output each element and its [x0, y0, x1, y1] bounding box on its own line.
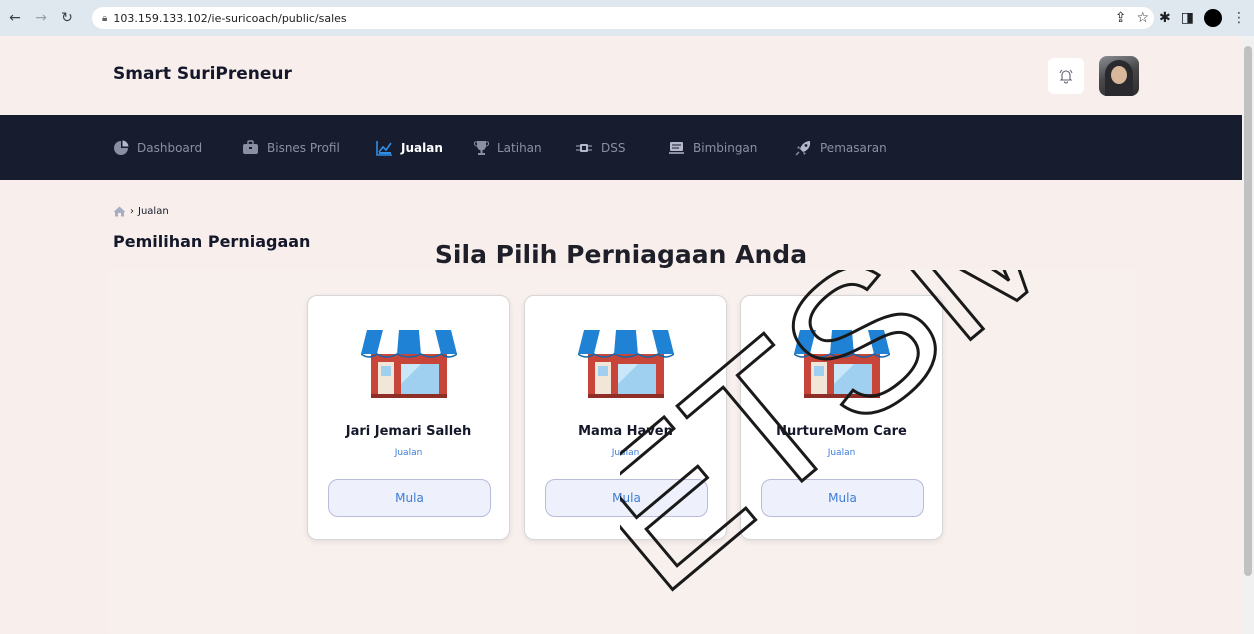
browser-toolbar: ← → ↻ 🔒︎ 103.159.133.102/ie-suricoach/pu… — [0, 0, 1254, 36]
breadcrumb: › Jualan — [113, 206, 169, 217]
avatar[interactable] — [1099, 56, 1139, 96]
menu-kebab-icon[interactable]: ⋮ — [1232, 10, 1246, 26]
url-text: 103.159.133.102/ie-suricoach/public/sale… — [113, 11, 347, 25]
pie-chart-icon — [114, 140, 129, 155]
business-card: NurtureMom Care Jualan Mula — [740, 295, 943, 540]
chip-icon — [576, 143, 592, 152]
bell-icon — [1059, 69, 1073, 84]
browser-actions: ⇪ ☆ ✱ ◨ ⋮ — [1115, 7, 1246, 29]
business-name: Mama Haven — [578, 424, 673, 439]
nav-label: Dashboard — [137, 140, 203, 155]
nav-label: Latihan — [497, 140, 542, 155]
nav-item-dashboard[interactable]: Dashboard — [113, 115, 202, 180]
nav-item-dss[interactable]: DSS — [575, 115, 625, 180]
bookmark-star-icon[interactable]: ☆ — [1136, 10, 1149, 26]
forward-icon[interactable]: → — [30, 7, 52, 29]
mula-button[interactable]: Mula — [761, 479, 924, 517]
profile-icon[interactable] — [1204, 9, 1222, 27]
rocket-icon — [795, 140, 811, 155]
selection-headline: Sila Pilih Perniagaan Anda — [434, 240, 808, 269]
business-name: Jari Jemari Salleh — [345, 424, 472, 439]
nav-item-jualan[interactable]: Jualan — [376, 115, 443, 180]
nav-label: Jualan — [401, 140, 443, 155]
line-chart-icon — [376, 140, 392, 156]
main-navbar: Dashboard Bisnes Profil Jualan Latihan D… — [0, 115, 1242, 180]
brand-title[interactable]: Smart SuriPreneur — [113, 64, 292, 84]
side-panel-icon[interactable]: ◨ — [1181, 10, 1194, 26]
scrollbar-thumb[interactable] — [1244, 46, 1252, 576]
home-icon[interactable] — [113, 206, 126, 217]
nav-label: DSS — [601, 140, 626, 155]
business-card: Jari Jemari Salleh Jualan Mula — [307, 295, 510, 540]
breadcrumb-current: Jualan — [138, 206, 169, 217]
address-bar[interactable]: 🔒︎ 103.159.133.102/ie-suricoach/public/s… — [92, 7, 1154, 29]
back-icon[interactable]: ← — [4, 7, 26, 29]
reload-icon[interactable]: ↻ — [56, 7, 78, 29]
nav-label: Pemasaran — [820, 140, 887, 155]
briefcase-icon — [243, 140, 258, 154]
business-card: Mama Haven Jualan Mula — [524, 295, 727, 540]
nav-item-bimbingan[interactable]: Bimbingan — [668, 115, 757, 180]
business-category: Jualan — [394, 448, 423, 458]
business-category: Jualan — [827, 448, 856, 458]
shop-icon — [794, 330, 890, 398]
shop-icon — [361, 330, 457, 398]
mula-button[interactable]: Mula — [328, 479, 491, 517]
mula-button[interactable]: Mula — [545, 479, 708, 517]
page-scrollbar[interactable] — [1242, 36, 1254, 634]
business-category: Jualan — [611, 448, 640, 458]
nav-item-bisnes-profil[interactable]: Bisnes Profil — [242, 115, 340, 180]
extensions-icon[interactable]: ✱ — [1159, 10, 1171, 26]
nav-label: Bimbingan — [693, 140, 758, 155]
nav-item-latihan[interactable]: Latihan — [474, 115, 542, 180]
nav-label: Bisnes Profil — [267, 140, 340, 155]
nav-item-pemasaran[interactable]: Pemasaran — [795, 115, 887, 180]
presentation-icon — [669, 141, 684, 154]
share-icon[interactable]: ⇪ — [1115, 10, 1127, 26]
lock-icon: 🔒︎ — [102, 12, 108, 24]
notification-button[interactable] — [1048, 58, 1084, 94]
business-name: NurtureMom Care — [776, 424, 907, 439]
trophy-icon — [474, 140, 489, 155]
shop-icon — [578, 330, 674, 398]
breadcrumb-separator: › — [130, 206, 134, 217]
